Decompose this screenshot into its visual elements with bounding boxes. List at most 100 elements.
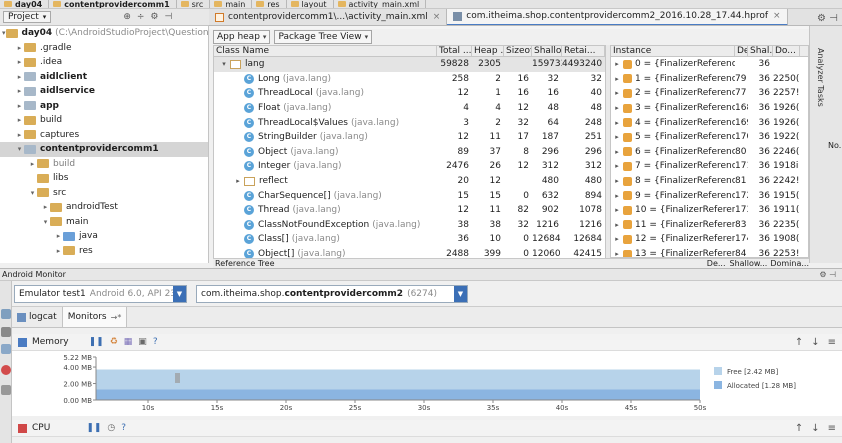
table-row[interactable]: ▸ 13 = {FinalizerReference84 362253! (611, 247, 808, 257)
column-header[interactable]: Retai... (562, 46, 605, 56)
breadcrumb-item[interactable]: activity_main.xml (334, 0, 427, 8)
chevron-down-icon[interactable]: ▾ (2, 29, 6, 37)
tree-item[interactable]: ▸ app (0, 99, 208, 114)
pause-icon[interactable]: ❚❚ (89, 337, 104, 347)
table-row[interactable]: C ThreadLocal$Values (java.lang) 3 2 32 64 248 (214, 115, 605, 130)
tree-item[interactable]: ▸ aidlservice (0, 84, 208, 99)
tree-item[interactable]: ▸ captures (0, 128, 208, 143)
table-row[interactable]: ▸ 10 = {FinalizerReference173 361911( (611, 203, 808, 218)
heap-select[interactable]: App heap ▾ (213, 30, 271, 44)
hide-icon[interactable]: ⊣ (164, 12, 172, 22)
table-row[interactable]: ▸ 3 = {FinalizerReference(168 361926( (611, 101, 808, 116)
breadcrumb-item[interactable]: main (210, 0, 253, 8)
chevron-right-icon[interactable]: ▸ (232, 177, 244, 185)
chevron-right-icon[interactable]: ▸ (611, 148, 623, 156)
column-header[interactable]: Heap ... (472, 46, 504, 56)
chevron-right-icon[interactable]: ▸ (15, 116, 24, 124)
chevron-right-icon[interactable]: ▸ (611, 104, 623, 112)
table-row[interactable]: ▸ 6 = {FinalizerReference(80 36 2246( (611, 145, 808, 160)
column-header[interactable]: Sizeof (504, 46, 532, 56)
down-arrow-icon[interactable]: ↓ (811, 423, 819, 434)
collapse-icon[interactable]: ÷ (137, 12, 145, 22)
table-row[interactable]: ▸ 11 = {FinalizerReference83 362235( (611, 218, 808, 233)
table-row[interactable]: C Float (java.lang) 4 4 12 48 48 (214, 101, 605, 116)
project-tree[interactable]: ▾ day04(C:\AndroidStudioProject\Questions… (0, 26, 209, 263)
breadcrumb-item[interactable]: src (177, 0, 211, 8)
minimize-icon[interactable]: ≡ (828, 337, 836, 348)
settings-icon[interactable]: ⚙ ⊣ (817, 13, 838, 24)
chevron-down-icon[interactable]: ▾ (218, 60, 230, 68)
chevron-right-icon[interactable]: ▸ (611, 119, 623, 127)
editor-tab[interactable]: contentprovidercomm1\...\activity_main.x… (209, 9, 448, 25)
table-row[interactable]: C Class[] (java.lang) 36 10 0 12684 12684 (214, 232, 605, 247)
table-row[interactable]: C Object (java.lang) 89 37 8 296 296 (214, 145, 605, 160)
tree-item[interactable]: ▸ res (0, 244, 208, 259)
table-row[interactable]: C Integer (java.lang) 2476 26 12 312 312 (214, 159, 605, 174)
chevron-right-icon[interactable]: ▸ (611, 60, 623, 68)
close-icon[interactable]: × (433, 12, 441, 22)
table-row[interactable]: ▸ 8 = {FinalizerReference(81 36 2242! (611, 174, 808, 189)
table-row[interactable]: ▸ 4 = {FinalizerReference(169 361926( (611, 115, 808, 130)
column-header[interactable]: Do... (773, 46, 800, 56)
screenshot-icon[interactable] (1, 309, 11, 319)
help-icon[interactable]: ? (121, 423, 126, 433)
method-trace-icon[interactable]: ◷ (107, 423, 115, 433)
sync-icon[interactable]: ⊕ (123, 12, 131, 22)
table-row[interactable]: C ClassNotFoundException (java.lang) 38 38 32… (214, 218, 605, 233)
tree-item[interactable]: ▾ main (0, 215, 208, 230)
tree-item[interactable]: ▾ contentprovidercomm1 (0, 142, 208, 157)
tree-item[interactable]: ▾ day04(C:\AndroidStudioProject\Questions… (0, 26, 208, 41)
gear-icon[interactable]: ⚙ (150, 12, 158, 22)
down-arrow-icon[interactable]: ↓ (811, 337, 819, 348)
chevron-right-icon[interactable]: ▸ (15, 44, 24, 52)
table-row[interactable]: ▸ 12 = {FinalizerReference174 361908( (611, 232, 808, 247)
record-icon[interactable] (1, 327, 11, 337)
breadcrumb-item[interactable]: res (252, 0, 287, 8)
chevron-right-icon[interactable]: ▸ (15, 87, 24, 95)
process-select[interactable]: com.itheima.shop. contentprovidercomm2 (6… (196, 285, 468, 303)
chevron-right-icon[interactable]: ▸ (611, 133, 623, 141)
column-header[interactable]: Instance (611, 46, 735, 56)
table-row[interactable]: ▸ 7 = {FinalizerReference(171 361918i (611, 159, 808, 174)
terminate-icon[interactable] (1, 365, 11, 375)
close-icon[interactable]: × (773, 11, 781, 21)
chevron-down-icon[interactable]: ▾ (41, 218, 50, 226)
project-view-select[interactable]: Project ▾ (3, 11, 52, 23)
column-header[interactable]: De... (735, 46, 748, 56)
chevron-right-icon[interactable]: ▸ (15, 73, 24, 81)
chevron-right-icon[interactable]: ▸ (611, 177, 623, 185)
table-row[interactable]: ▸ reflect 20 12 480 480 (214, 174, 605, 189)
help-icon[interactable] (1, 385, 11, 395)
chevron-right-icon[interactable]: ▸ (54, 247, 63, 255)
minimize-icon[interactable]: ≡ (828, 423, 836, 434)
tree-item[interactable]: libs (0, 171, 208, 186)
tab-logcat[interactable]: logcat (12, 307, 63, 327)
chevron-down-icon[interactable]: ▾ (15, 145, 24, 153)
allocation-tracking-icon[interactable]: ▣ (138, 337, 147, 347)
chevron-right-icon[interactable]: ▸ (611, 75, 623, 83)
column-header[interactable]: Shal... (748, 46, 773, 56)
table-row[interactable]: ▸ 1 = {FinalizerReference(79 36 2250( (611, 72, 808, 87)
chevron-right-icon[interactable]: ▸ (15, 131, 24, 139)
device-select[interactable]: Emulator test1 Android 6.0, API 23 ▼ (14, 285, 187, 303)
chevron-right-icon[interactable]: ▸ (611, 221, 623, 229)
chevron-right-icon[interactable]: ▸ (41, 203, 50, 211)
table-row[interactable]: ▸ 9 = {FinalizerReference(172 361915( (611, 188, 808, 203)
tree-item[interactable]: ▸ .idea (0, 55, 208, 70)
table-row[interactable]: ▸ 2 = {FinalizerReference(77 36 2257! (611, 86, 808, 101)
pin-icon[interactable]: →* (111, 313, 122, 322)
column-header[interactable]: Shallo... (532, 46, 562, 56)
column-header[interactable]: Class Name (214, 46, 437, 56)
chevron-right-icon[interactable]: ▸ (611, 250, 623, 257)
system-info-icon[interactable] (1, 344, 11, 354)
table-row[interactable]: C CharSequence[] (java.lang) 15 15 0 632 894 (214, 188, 605, 203)
tree-item[interactable]: ▸ java (0, 229, 208, 244)
gc-icon[interactable]: ♻ (110, 337, 118, 347)
tree-item[interactable]: ▸ aidlclient (0, 70, 208, 85)
breadcrumb-item[interactable]: day04 (0, 0, 50, 8)
table-row[interactable]: C Thread (java.lang) 12 11 82 902 1078 (214, 203, 605, 218)
chevron-right-icon[interactable]: ▸ (15, 58, 24, 66)
breadcrumb-item[interactable]: layout (287, 0, 334, 8)
table-row[interactable]: ▸ 5 = {FinalizerReference(170 361922( (611, 130, 808, 145)
gear-icon[interactable]: ⚙ ⊣ (819, 270, 836, 279)
